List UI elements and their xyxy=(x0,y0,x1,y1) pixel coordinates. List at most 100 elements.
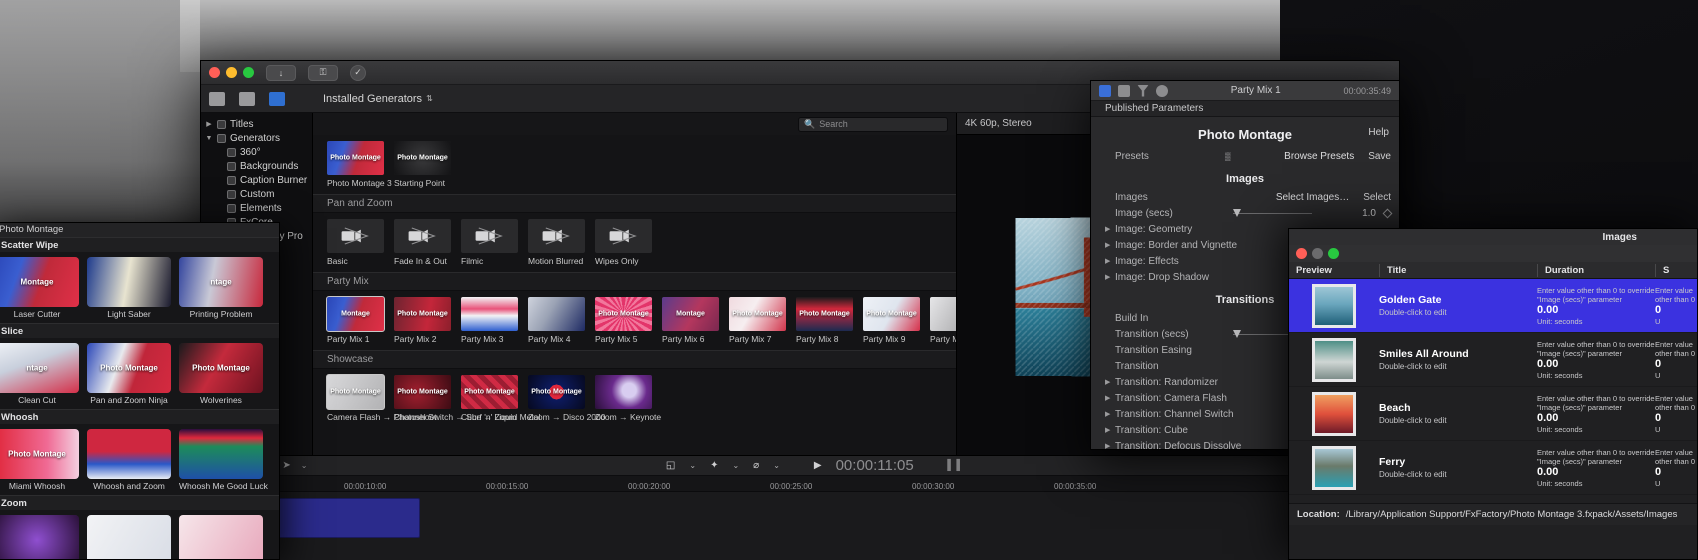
maximize-icon[interactable] xyxy=(243,67,254,78)
duration-value[interactable]: 0.00 xyxy=(1537,412,1655,425)
generator-item[interactable]: Photo Montage Cube → Liquid Metal xyxy=(461,375,540,422)
images-column-header[interactable]: Title xyxy=(1379,263,1537,277)
inspector-row[interactable]: Presets ▒ Browse Presets Save xyxy=(1091,148,1399,164)
disclosure-icon[interactable]: ▶ xyxy=(1105,241,1115,249)
effect-thumbnail[interactable]: Photo Montage xyxy=(0,429,79,479)
scale-value[interactable]: 0 xyxy=(1655,466,1697,479)
generator-item[interactable]: Filmic xyxy=(461,219,518,266)
effect-thumbnail[interactable]: ntage xyxy=(179,257,263,307)
effect-thumbnail[interactable] xyxy=(87,257,171,307)
generator-item[interactable]: Party Mix 10 xyxy=(930,297,956,344)
duration-value[interactable]: 0.00 xyxy=(1537,466,1655,479)
effect-item[interactable]: Montage Laser Cutter xyxy=(0,257,79,319)
effect-thumbnail[interactable] xyxy=(179,429,263,479)
disclosure-icon[interactable]: ▶ xyxy=(1105,257,1115,265)
timeline-ruler[interactable]: 00:00:05:0000:00:10:0000:00:15:0000:00:2… xyxy=(200,476,1400,492)
minimize-icon[interactable] xyxy=(226,67,237,78)
slider-knob-icon[interactable] xyxy=(1233,209,1241,217)
row-title-cell[interactable]: Beach Double-click to edit xyxy=(1379,402,1537,426)
effect-thumbnail[interactable]: Photo Montage xyxy=(179,343,263,393)
inspector-row-value[interactable]: 1.0 xyxy=(1342,208,1376,219)
images-column-header[interactable]: Duration xyxy=(1537,263,1655,277)
generator-thumbnail[interactable]: Photo Montage xyxy=(595,297,652,331)
generator-thumbnail[interactable] xyxy=(595,375,652,409)
generator-thumbnail[interactable]: Photo Montage xyxy=(863,297,920,331)
generator-item[interactable]: Photo Montage Party Mix 9 xyxy=(863,297,920,344)
generator-thumbnail[interactable]: Photo Montage xyxy=(528,375,585,409)
sidebar-item-titles[interactable]: ▶ Titles xyxy=(201,117,312,131)
effect-thumbnail[interactable]: Photo Montage xyxy=(87,343,171,393)
effect-item[interactable] xyxy=(0,515,79,559)
generator-thumbnail[interactable] xyxy=(394,219,451,253)
disclosure-icon[interactable]: ▶ xyxy=(1105,225,1115,233)
row-duration-cell[interactable]: Enter value other than 0 to override "Im… xyxy=(1537,394,1655,434)
effect-item[interactable]: ntage Clean Cut xyxy=(0,343,79,405)
generator-item[interactable]: Motion Blurred xyxy=(528,219,585,266)
generator-thumbnail[interactable] xyxy=(327,219,384,253)
generator-thumbnail[interactable] xyxy=(930,297,956,331)
help-link[interactable]: Help xyxy=(1368,127,1389,138)
images-table-row[interactable]: Golden Gate Double-click to edit Enter val… xyxy=(1289,279,1697,333)
effect-item[interactable]: Whoosh Me Good Luck xyxy=(179,429,268,491)
transform-icon[interactable]: ◱ xyxy=(666,460,675,471)
enhance-icon[interactable]: ✦ xyxy=(710,460,718,471)
disclosure-icon[interactable]: ▶ xyxy=(1105,442,1115,449)
mask-icon[interactable]: ⌀ xyxy=(753,460,759,471)
generator-thumbnail[interactable] xyxy=(461,297,518,331)
generator-thumbnail[interactable]: Photo Montage xyxy=(461,375,518,409)
scale-value[interactable]: 0 xyxy=(1655,304,1697,317)
effects-browser-icon[interactable] xyxy=(239,91,255,106)
effect-thumbnail[interactable] xyxy=(0,515,79,559)
play-icon[interactable]: ▶ xyxy=(814,460,822,471)
close-icon[interactable] xyxy=(209,67,220,78)
effect-thumbnail[interactable] xyxy=(87,429,171,479)
inspector-row-action[interactable]: Select xyxy=(1363,192,1391,203)
effect-item[interactable]: Photo Montage Wolverines xyxy=(179,343,263,405)
row-duration-cell[interactable]: Enter value other than 0 to override "Im… xyxy=(1537,448,1655,488)
inspector-row[interactable]: Image (secs) 1.0 xyxy=(1091,205,1399,221)
keyframe-icon[interactable] xyxy=(1382,208,1393,218)
sidebar-item-custom[interactable]: Custom xyxy=(201,187,312,201)
disclosure-icon[interactable]: ▶ xyxy=(1105,273,1115,281)
generator-item[interactable]: Photo Montage Camera Flash → Photoshoot xyxy=(326,374,437,422)
duration-value[interactable]: 0.00 xyxy=(1537,304,1655,317)
generator-item[interactable]: Photo Montage Channel Switch → Surf 'n' Z… xyxy=(394,375,516,422)
effect-thumbnail[interactable]: Montage xyxy=(0,257,79,307)
close-icon[interactable] xyxy=(1296,248,1307,259)
disclosure-icon[interactable]: ▼ xyxy=(205,135,213,142)
generator-thumbnail[interactable]: Photo Montage xyxy=(796,297,853,331)
duration-value[interactable]: 0.00 xyxy=(1537,358,1655,371)
disclosure-icon[interactable]: ▶ xyxy=(1105,410,1115,418)
generator-thumbnail[interactable]: Photo Montage xyxy=(394,297,451,331)
generator-item[interactable]: Photo Montage Party Mix 2 xyxy=(394,297,451,344)
minimize-icon[interactable] xyxy=(1312,248,1323,259)
installed-generators-popup[interactable]: Installed Generators ⇅ xyxy=(323,93,433,105)
generator-thumbnail[interactable]: Photo Montage xyxy=(326,374,385,410)
generator-thumbnail[interactable]: Photo Montage xyxy=(327,141,384,175)
effect-item[interactable] xyxy=(87,515,171,559)
generator-item[interactable]: Wipes Only xyxy=(595,219,652,266)
pause-icon[interactable]: ▐▐ xyxy=(944,460,962,471)
slider-knob-icon[interactable] xyxy=(1233,330,1241,338)
generator-thumbnail[interactable] xyxy=(595,219,652,253)
row-title-cell[interactable]: Smiles All Around Double-click to edit xyxy=(1379,348,1537,372)
check-icon[interactable]: ✓ xyxy=(350,64,366,81)
effect-item[interactable] xyxy=(179,515,263,559)
generator-thumbnail[interactable]: Montage xyxy=(662,297,719,331)
generator-item[interactable]: Party Mix 4 xyxy=(528,297,585,344)
maximize-icon[interactable] xyxy=(1328,248,1339,259)
row-scale-cell[interactable]: Enter value other than 00U xyxy=(1655,286,1697,326)
generator-item[interactable]: Photo Montage Party Mix 7 xyxy=(729,297,786,344)
effect-thumbnail[interactable] xyxy=(179,515,263,559)
generator-item[interactable]: Photo Montage Starting Point xyxy=(394,141,451,188)
published-parameters-header[interactable]: Published Parameters xyxy=(1091,101,1399,117)
generator-item[interactable]: Photo Montage Party Mix 5 xyxy=(595,297,652,344)
parameter-slider[interactable] xyxy=(1233,208,1334,218)
effect-item[interactable]: Light Saber xyxy=(87,257,171,319)
generator-thumbnail[interactable]: Photo Montage xyxy=(729,297,786,331)
inspector-row-value[interactable]: Browse Presets xyxy=(1235,151,1354,162)
images-column-header[interactable]: Preview xyxy=(1289,264,1379,277)
generator-item[interactable]: Montage Party Mix 1 xyxy=(326,296,385,344)
key-icon[interactable]: ⚿ xyxy=(308,64,338,81)
row-scale-cell[interactable]: Enter value other than 00U xyxy=(1655,340,1697,380)
